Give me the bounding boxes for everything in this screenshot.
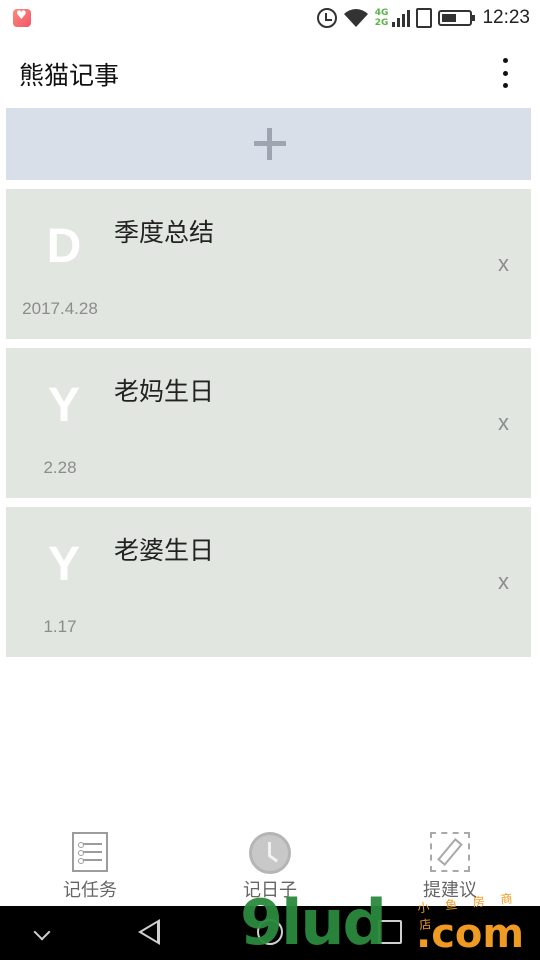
status-bar: 4G 2G 12:23 bbox=[0, 0, 540, 36]
card-title: 老妈生日 bbox=[114, 377, 215, 406]
wifi-icon bbox=[343, 9, 368, 27]
nav-tasks[interactable]: 记任务 bbox=[20, 820, 160, 906]
event-card[interactable]: D 季度总结 2017.4.28 x bbox=[6, 189, 531, 339]
recents-icon[interactable] bbox=[378, 920, 402, 944]
event-card[interactable]: Y 老妈生日 2.28 x bbox=[6, 348, 531, 498]
card-title: 老婆生日 bbox=[114, 536, 215, 565]
nav-label: 记日子 bbox=[243, 880, 297, 901]
network-top-label: 4G bbox=[374, 8, 389, 18]
network-type: 4G 2G bbox=[375, 8, 389, 28]
status-time: 12:23 bbox=[482, 7, 530, 28]
alarm-icon bbox=[316, 8, 337, 28]
clock-icon bbox=[249, 832, 291, 874]
card-letter-badge: Y bbox=[47, 538, 80, 591]
card-date: 2.28 bbox=[43, 458, 77, 477]
event-card[interactable]: Y 老婆生日 1.17 x bbox=[6, 507, 531, 657]
delete-button[interactable]: x bbox=[498, 251, 509, 277]
sim-icon bbox=[416, 8, 433, 28]
card-date: 1.17 bbox=[43, 617, 77, 636]
edit-suggest-icon bbox=[430, 832, 470, 872]
task-list-icon bbox=[72, 832, 108, 872]
chevron-down-icon[interactable] bbox=[33, 923, 51, 941]
add-event-button[interactable] bbox=[6, 108, 531, 180]
card-letter-badge: D bbox=[46, 220, 82, 273]
nav-label: 提建议 bbox=[423, 880, 477, 901]
bottom-nav: 记任务 记日子 提建议 bbox=[0, 820, 540, 906]
nav-suggest[interactable]: 提建议 bbox=[380, 820, 520, 906]
more-vert-icon[interactable] bbox=[490, 56, 520, 90]
status-icons: 4G 2G 12:23 bbox=[316, 0, 530, 36]
home-icon[interactable] bbox=[257, 919, 283, 945]
system-nav-bar bbox=[0, 906, 540, 960]
card-title: 季度总结 bbox=[114, 218, 215, 247]
app-bar: 熊猫记事 bbox=[0, 36, 540, 108]
card-date: 2017.4.28 bbox=[22, 299, 98, 318]
network-bottom-label: 2G bbox=[374, 18, 389, 28]
delete-button[interactable]: x bbox=[498, 410, 509, 436]
plus-icon bbox=[254, 128, 286, 160]
back-icon[interactable] bbox=[138, 919, 160, 945]
battery-icon bbox=[438, 10, 476, 26]
app-notification-icon bbox=[13, 8, 31, 27]
app-title: 熊猫记事 bbox=[19, 61, 120, 90]
card-letter-badge: Y bbox=[47, 379, 80, 432]
nav-label: 记任务 bbox=[63, 880, 117, 901]
nav-days[interactable]: 记日子 bbox=[200, 820, 340, 906]
delete-button[interactable]: x bbox=[498, 569, 509, 595]
signal-icon bbox=[392, 9, 411, 27]
